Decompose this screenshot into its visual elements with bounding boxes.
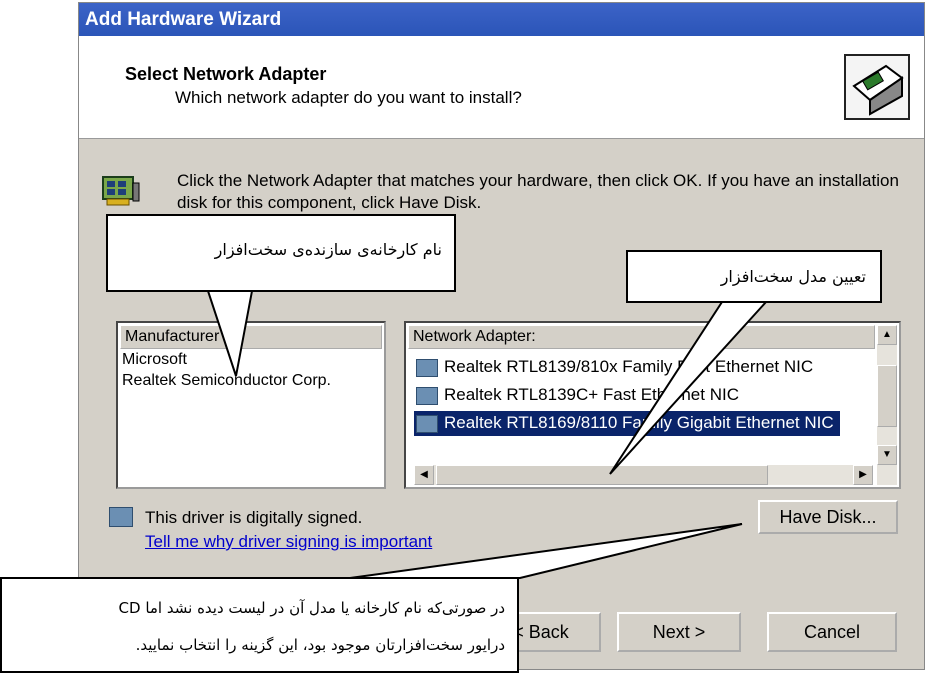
model-callout-text: تعیین مدل سخت‌افزار bbox=[720, 267, 866, 286]
manufacturer-callout: نام کارخانه‌ی سازنده‌ی سخت‌افزار bbox=[106, 214, 456, 292]
have-disk-callout-line2: درایور سخت‌افزارتان موجود بود، این گزینه… bbox=[135, 636, 505, 654]
manufacturer-callout-text: نام کارخانه‌ی سازنده‌ی سخت‌افزار bbox=[214, 240, 442, 259]
have-disk-callout-pointer bbox=[349, 523, 743, 579]
manufacturer-callout-pointer bbox=[206, 290, 254, 377]
model-callout: تعیین مدل سخت‌افزار bbox=[626, 250, 882, 303]
callout-pointers bbox=[206, 290, 769, 579]
have-disk-callout-line1: در صورتی‌که نام کارخانه یا مدل آن در لیس… bbox=[118, 599, 505, 617]
model-callout-pointer bbox=[609, 301, 769, 475]
have-disk-callout: در صورتی‌که نام کارخانه یا مدل آن در لیس… bbox=[0, 577, 519, 673]
